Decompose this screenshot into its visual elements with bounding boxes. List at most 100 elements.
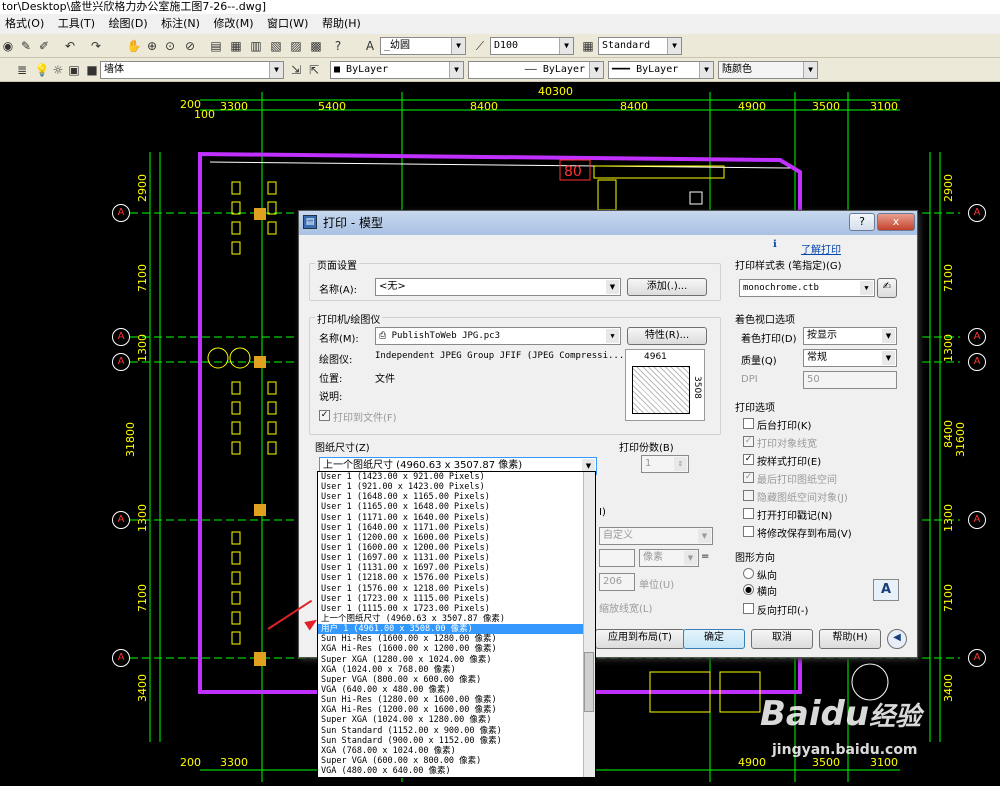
landscape-radio[interactable]: ● [743, 584, 754, 595]
paper-size-option[interactable]: User 1 (1723.00 x 1115.00 Pixels) [318, 594, 595, 604]
plot-style-select[interactable]: monochrome.ctb ▼ [739, 279, 875, 297]
plot-with-styles-checkbox[interactable]: ✓ [743, 454, 754, 465]
redo-icon[interactable]: ↷ [88, 38, 104, 54]
paper-size-option[interactable]: VGA (640.00 x 480.00 像素) [318, 685, 595, 695]
dim-style-combo[interactable]: D100 ▼ [490, 37, 574, 55]
paper-size-option[interactable]: VGA (480.00 x 640.00 像素) [318, 766, 595, 776]
paper-size-option[interactable]: Sun Hi-Res (1600.00 x 1280.00 像素) [318, 634, 595, 644]
properties-icon[interactable]: ▤ [208, 38, 224, 54]
paper-size-option[interactable]: Super VGA (600.00 x 800.00 像素) [318, 756, 595, 766]
color-combo[interactable]: ■ ByLayer ▼ [330, 61, 464, 79]
layer-combo[interactable]: 墙体 ▼ [100, 61, 284, 79]
design-center-icon[interactable]: ▦ [228, 38, 244, 54]
paper-size-option[interactable]: User 1 (1600.00 x 1200.00 Pixels) [318, 543, 595, 553]
zoom-window-icon[interactable]: ⊙ [162, 38, 178, 54]
menu-dimension[interactable]: 标注(N) [156, 14, 205, 34]
menu-format[interactable]: 格式(O) [0, 14, 49, 34]
plot-stamp-checkbox[interactable] [743, 508, 754, 519]
background-plot-checkbox[interactable] [743, 418, 754, 429]
paper-size-option[interactable]: Sun Hi-Res (1280.00 x 1600.00 像素) [318, 695, 595, 705]
paper-size-option[interactable]: User 1 (1115.00 x 1723.00 Pixels) [318, 604, 595, 614]
paper-size-option[interactable]: Sun Standard (1152.00 x 900.00 像素) [318, 726, 595, 736]
match-prop-icon[interactable]: ✐ [36, 38, 52, 54]
zoom-previous-icon[interactable]: ⊘ [182, 38, 198, 54]
menu-window[interactable]: 窗口(W) [262, 14, 313, 34]
dpi-input[interactable]: 50 [803, 371, 897, 389]
text-style-combo[interactable]: _幼圆 ▼ [380, 37, 466, 55]
reverse-plot-checkbox[interactable] [743, 603, 754, 614]
paper-size-option[interactable]: Super XGA (1024.00 x 1280.00 像素) [318, 715, 595, 725]
paper-size-option[interactable]: XGA (768.00 x 1024.00 像素) [318, 746, 595, 756]
print-icon[interactable]: ◉ [0, 38, 16, 54]
add-button[interactable]: 添加(.)... [627, 278, 707, 296]
paper-size-option[interactable]: User 1 (1697.00 x 1131.00 Pixels) [318, 553, 595, 563]
paper-size-option[interactable]: Super XGA (1280.00 x 1024.00 像素) [318, 655, 595, 665]
help-button[interactable]: 帮助(H) [819, 629, 881, 649]
help-title-button[interactable]: ? [849, 213, 875, 231]
paper-size-option[interactable]: User 1 (1423.00 x 921.00 Pixels) [318, 472, 595, 482]
pen-icon[interactable]: ✎ [18, 38, 34, 54]
portrait-radio[interactable] [743, 568, 754, 579]
zoom-realtime-icon[interactable]: ⊕ [144, 38, 160, 54]
page-setup-select[interactable]: <无> ▼ [375, 278, 621, 296]
close-button[interactable]: x [877, 213, 915, 231]
layer-manager-icon[interactable]: ≣ [14, 62, 30, 78]
collapse-icon[interactable]: ◀ [887, 629, 907, 649]
edit-pen-icon[interactable]: ✍ [877, 278, 897, 298]
print-to-file-checkbox[interactable]: ✓ [319, 410, 330, 421]
plot-lineweights-checkbox[interactable]: ✓ [743, 436, 754, 447]
ok-button[interactable]: 确定 [683, 629, 745, 649]
help-icon[interactable]: ? [330, 38, 346, 54]
menu-modify[interactable]: 修改(M) [208, 14, 258, 34]
sheet-set-icon[interactable]: ▧ [268, 38, 284, 54]
cancel-button[interactable]: 取消 [751, 629, 813, 649]
paper-size-option[interactable]: User 1 (1218.00 x 1576.00 Pixels) [318, 573, 595, 583]
scale-mm-input[interactable] [599, 549, 635, 567]
make-current-icon[interactable]: ⇲ [288, 62, 304, 78]
table-style-combo[interactable]: Standard ▼ [598, 37, 682, 55]
layer-previous-icon[interactable]: ⇱ [306, 62, 322, 78]
save-to-layout-checkbox[interactable] [743, 526, 754, 537]
paper-size-option[interactable]: User 1 (1576.00 x 1218.00 Pixels) [318, 584, 595, 594]
paper-size-option[interactable]: User 1 (921.00 x 1423.00 Pixels) [318, 482, 595, 492]
paper-size-option[interactable]: XGA Hi-Res (1200.00 x 1600.00 像素) [318, 705, 595, 715]
paper-size-option[interactable]: XGA (1024.00 x 768.00 像素) [318, 665, 595, 675]
markup-icon[interactable]: ▨ [288, 38, 304, 54]
paper-size-option[interactable]: User 1 (1200.00 x 1600.00 Pixels) [318, 533, 595, 543]
scrollbar-thumb[interactable] [584, 652, 594, 712]
menu-help[interactable]: 帮助(H) [317, 14, 366, 34]
apply-to-layout-button[interactable]: 应用到布局(T) [595, 629, 685, 649]
paper-size-option[interactable]: User 1 (1640.00 x 1171.00 Pixels) [318, 523, 595, 533]
undo-icon[interactable]: ↶ [62, 38, 78, 54]
scale-select[interactable]: 自定义 ▼ [599, 527, 713, 545]
hide-paperspace-checkbox[interactable] [743, 490, 754, 501]
scale-units-input[interactable]: 206 [599, 573, 635, 591]
menu-draw[interactable]: 绘图(D) [104, 14, 153, 34]
paper-size-option[interactable]: Super VGA (800.00 x 600.00 像素) [318, 675, 595, 685]
paper-size-dropdown[interactable]: User 1 (1423.00 x 921.00 Pixels) User 1 (… [317, 471, 596, 778]
scale-unit-select[interactable]: 像素 ▼ [639, 549, 699, 567]
calculator-icon[interactable]: ▩ [308, 38, 324, 54]
menu-tools[interactable]: 工具(T) [53, 14, 100, 34]
tool-palette-icon[interactable]: ▥ [248, 38, 264, 54]
learn-print-link[interactable]: 了解打印 [801, 241, 841, 256]
copies-input[interactable]: 1 ⇕ [641, 455, 689, 473]
pan-icon[interactable]: ✋ [126, 38, 142, 54]
plot-style-combo[interactable]: 随颜色 ▼ [718, 61, 818, 79]
paper-size-option[interactable]: 用户 1 (4961.00 x 3508.00 像素) [318, 624, 595, 635]
printer-select[interactable]: ⎙ PublishToWeb JPG.pc3 ▼ [375, 327, 621, 345]
spinner-icon[interactable]: ⇕ [674, 457, 687, 471]
linetype-combo[interactable]: —— ByLayer ▼ [468, 61, 604, 79]
paper-size-option[interactable]: User 1 (1165.00 x 1648.00 Pixels) [318, 502, 595, 512]
paper-size-option[interactable]: XGA Hi-Res (1600.00 x 1200.00 像素) [318, 644, 595, 654]
paper-size-option[interactable]: User 1 (1131.00 x 1697.00 Pixels) [318, 563, 595, 573]
quality-select[interactable]: 常规 ▼ [803, 349, 897, 367]
plot-paperspace-last-checkbox[interactable]: ✓ [743, 472, 754, 483]
shade-plot-select[interactable]: 按显示 ▼ [803, 327, 897, 345]
paper-size-option[interactable]: User 1 (1171.00 x 1640.00 Pixels) [318, 513, 595, 523]
paper-size-option[interactable]: User 1 (1648.00 x 1165.00 Pixels) [318, 492, 595, 502]
dropdown-scrollbar[interactable] [583, 472, 595, 777]
lineweight-combo[interactable]: ━━━ ByLayer ▼ [608, 61, 714, 79]
properties-button[interactable]: 特性(R)... [627, 327, 707, 345]
paper-size-option[interactable]: 上一个图纸尺寸 (4960.63 x 3507.87 像素) [318, 614, 595, 624]
